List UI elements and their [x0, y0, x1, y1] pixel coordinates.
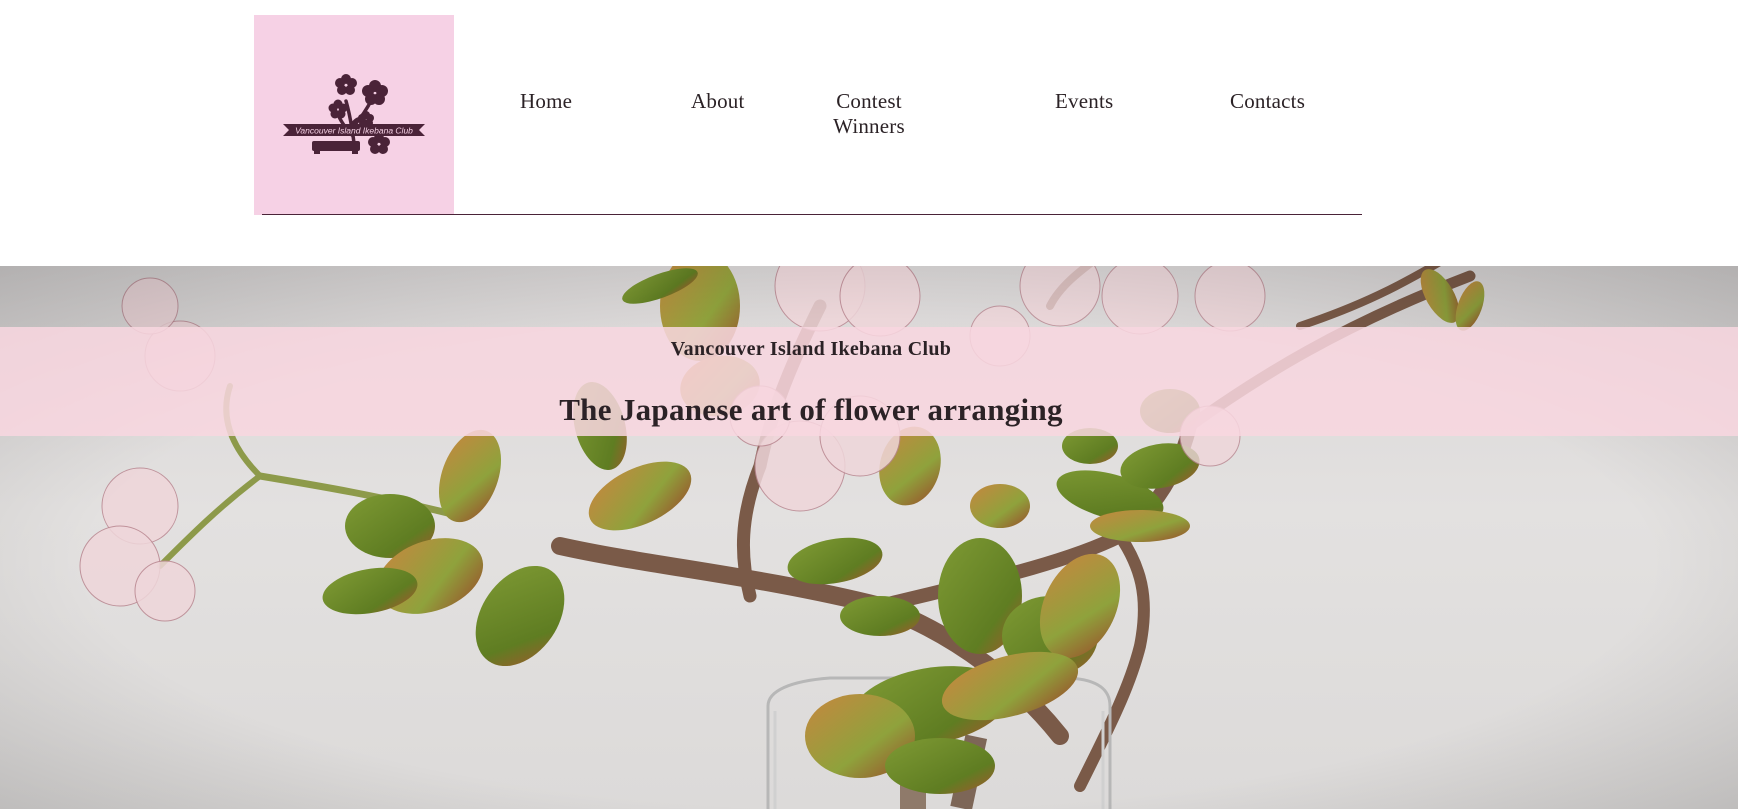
- main-nav: Home About Contest Winners Events Contac…: [454, 15, 1362, 215]
- logo-banner-text: Vancouver Island Ikebana Club: [295, 126, 413, 136]
- nav-item-home[interactable]: Home: [520, 89, 572, 114]
- ikebana-bonsai-logo-icon: Vancouver Island Ikebana Club: [283, 74, 425, 154]
- hero-section: Vancouver Island Ikebana Club The Japane…: [0, 266, 1738, 809]
- site-logo[interactable]: Vancouver Island Ikebana Club: [254, 15, 454, 215]
- header-divider: [262, 214, 1362, 215]
- nav-item-contacts[interactable]: Contacts: [1230, 89, 1305, 114]
- nav-item-events[interactable]: Events: [1055, 89, 1113, 114]
- nav-item-about[interactable]: About: [691, 89, 745, 114]
- nav-item-contest-winners[interactable]: Contest Winners: [814, 89, 924, 139]
- site-header: Vancouver Island Ikebana Club Home About…: [254, 15, 1362, 215]
- page: Vancouver Island Ikebana Club Home About…: [0, 0, 1738, 809]
- hero-kicker: Vancouver Island Ikebana Club: [670, 338, 952, 360]
- hero-title: The Japanese art of flower arranging: [559, 392, 1063, 427]
